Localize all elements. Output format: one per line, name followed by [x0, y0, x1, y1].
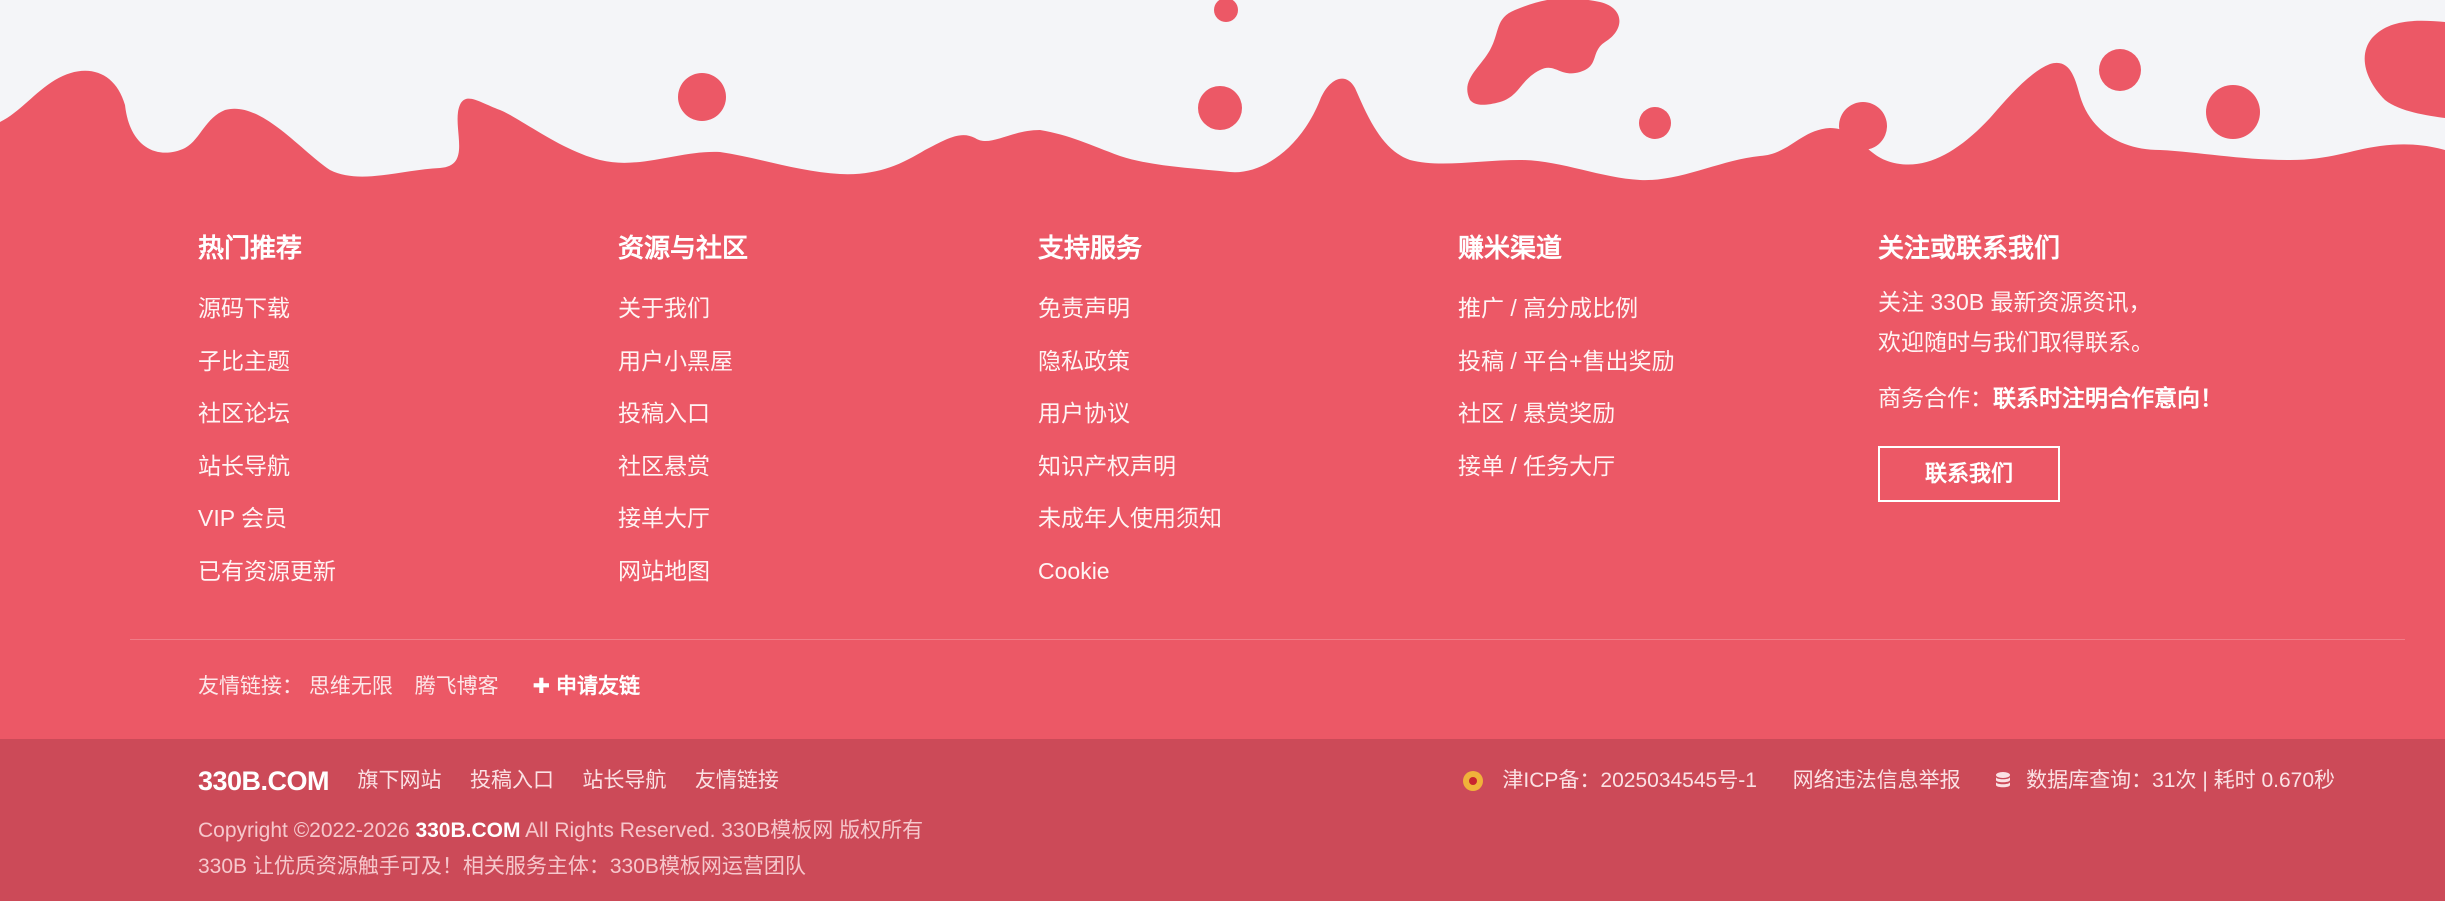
- link-list: 源码下载 子比主题 社区论坛 站长导航 VIP 会员 已有资源更新: [198, 282, 336, 597]
- footer-link-text[interactable]: 免责声明: [1038, 295, 1130, 321]
- contact-intro-line2: 欢迎随时与我们取得联系。: [1878, 329, 2154, 355]
- footer-link-text[interactable]: 接单 / 任务大厅: [1458, 453, 1615, 479]
- footer-link[interactable]: 未成年人使用须知: [1038, 492, 1222, 545]
- plus-icon: ✚: [532, 675, 551, 698]
- footer-link-text[interactable]: 子比主题: [198, 348, 290, 374]
- footer-link[interactable]: 隐私政策: [1038, 335, 1222, 388]
- footer-link[interactable]: 接单 / 任务大厅: [1458, 440, 1675, 493]
- footer-link[interactable]: 子比主题: [198, 335, 336, 388]
- footer-link-text[interactable]: 关于我们: [618, 295, 710, 321]
- footer-link[interactable]: 社区悬赏: [618, 440, 748, 493]
- footer-link[interactable]: 用户协议: [1038, 387, 1222, 440]
- footer-link-text[interactable]: 用户协议: [1038, 400, 1130, 426]
- copyright: Copyright ©2022-2026 330B.COM All Rights…: [198, 813, 923, 885]
- column-title: 赚米渠道: [1458, 233, 1563, 263]
- footer-link[interactable]: 推广 / 高分成比例: [1458, 282, 1675, 335]
- apply-friend-link-label: 申请友链: [555, 675, 640, 698]
- apply-friend-link-button[interactable]: ✚ 申请友链: [533, 672, 640, 702]
- police-badge-icon: [1462, 771, 1483, 791]
- column-title: 支持服务: [1038, 233, 1143, 263]
- footer-link-text[interactable]: 已有资源更新: [198, 558, 336, 584]
- footer-link-text[interactable]: 投稿 / 平台+售出奖励: [1458, 348, 1675, 374]
- business-cooperation: 商务合作：联系时注明合作意向！: [1878, 378, 2223, 418]
- footer-link-text[interactable]: 推广 / 高分成比例: [1458, 295, 1638, 321]
- footer-column-earn: 赚米渠道 推广 / 高分成比例 投稿 / 平台+售出奖励 社区 / 悬赏奖励 接…: [1458, 228, 1675, 492]
- footer-column-hot: 热门推荐 源码下载 子比主题 社区论坛 站长导航 VIP 会员 已有资源更新: [198, 228, 336, 597]
- footer-link-text[interactable]: 源码下载: [198, 295, 290, 321]
- friend-links-label: 友情链接：: [198, 675, 303, 698]
- footer-link[interactable]: 接单大厅: [618, 492, 748, 545]
- copyright-line: Copyright ©2022-2026 330B.COM All Rights…: [198, 813, 923, 849]
- contact-us-button[interactable]: 联系我们: [1878, 446, 2060, 502]
- column-title: 资源与社区: [618, 233, 749, 263]
- bottom-nav-link[interactable]: 旗下网站: [358, 763, 442, 799]
- footer-link[interactable]: 知识产权声明: [1038, 440, 1222, 493]
- footer-link[interactable]: VIP 会员: [198, 492, 336, 545]
- database-stats: 数据库查询：31次 | 耗时 0.670秒: [2026, 769, 2335, 792]
- link-list: 免责声明 隐私政策 用户协议 知识产权声明 未成年人使用须知 Cookie: [1038, 282, 1222, 597]
- footer-link-text[interactable]: VIP 会员: [198, 505, 287, 531]
- footer-link-text[interactable]: 社区论坛: [198, 400, 290, 426]
- footer-link[interactable]: Cookie: [1038, 545, 1222, 598]
- footer-link-text[interactable]: 隐私政策: [1038, 348, 1130, 374]
- footer-link-text[interactable]: 用户小黑屋: [618, 348, 733, 374]
- footer-link-text[interactable]: 投稿入口: [618, 400, 710, 426]
- footer-link-text[interactable]: 网站地图: [618, 558, 710, 584]
- footer-link[interactable]: 用户小黑屋: [618, 335, 748, 388]
- footer-link[interactable]: 投稿入口: [618, 387, 748, 440]
- footer-link[interactable]: 关于我们: [618, 282, 748, 335]
- footer-link[interactable]: 站长导航: [198, 440, 336, 493]
- illegal-info-report-link[interactable]: 网络违法信息举报: [1793, 763, 1961, 799]
- footer-link-text[interactable]: 知识产权声明: [1038, 453, 1176, 479]
- copyright-brand: 330B.COM: [415, 819, 521, 842]
- business-value: 联系时注明合作意向！: [1993, 385, 2223, 411]
- site-brand[interactable]: 330B.COM: [198, 763, 330, 799]
- footer-column-contact: 关注或联系我们 关注 330B 最新资源资讯， 欢迎随时与我们取得联系。 商务合…: [1878, 228, 2223, 502]
- footer-link[interactable]: 社区 / 悬赏奖励: [1458, 387, 1675, 440]
- footer-link[interactable]: 已有资源更新: [198, 545, 336, 598]
- bottom-nav: 330B.COM 旗下网站 投稿入口 站长导航 友情链接: [198, 763, 803, 799]
- column-title: 热门推荐: [198, 233, 303, 263]
- friend-links: 友情链接： 思维无限 腾飞博客 ✚ 申请友链: [198, 672, 640, 702]
- icp-record[interactable]: 津ICP备：2025034545号-1: [1502, 763, 1756, 799]
- footer-link-text[interactable]: Cookie: [1038, 558, 1110, 584]
- bottom-nav-link[interactable]: 友情链接: [695, 763, 779, 799]
- footer-column-support: 支持服务 免责声明 隐私政策 用户协议 知识产权声明 未成年人使用须知 Cook…: [1038, 228, 1222, 597]
- bottom-nav-link[interactable]: 站长导航: [582, 763, 666, 799]
- friend-link[interactable]: 腾飞博客: [415, 672, 499, 702]
- bottom-nav-link[interactable]: 投稿入口: [470, 763, 554, 799]
- footer-link[interactable]: 社区论坛: [198, 387, 336, 440]
- footer-link-text[interactable]: 接单大厅: [618, 505, 710, 531]
- footer-link-text[interactable]: 站长导航: [198, 453, 290, 479]
- footer-columns: 热门推荐 源码下载 子比主题 社区论坛 站长导航 VIP 会员 已有资源更新 资…: [198, 228, 2298, 608]
- contact-intro-line1: 关注 330B 最新资源资讯，: [1878, 289, 2152, 315]
- decorative-wave: [0, 0, 2445, 200]
- copyright-suffix: All Rights Reserved. 330B模板网 版权所有: [520, 819, 924, 842]
- footer-link[interactable]: 网站地图: [618, 545, 748, 598]
- tagline: 330B 让优质资源触手可及！相关服务主体：330B模板网运营团队: [198, 855, 806, 878]
- footer-column-community: 资源与社区 关于我们 用户小黑屋 投稿入口 社区悬赏 接单大厅 网站地图: [618, 228, 748, 597]
- footer-link-text[interactable]: 未成年人使用须知: [1038, 505, 1222, 531]
- link-list: 关于我们 用户小黑屋 投稿入口 社区悬赏 接单大厅 网站地图: [618, 282, 748, 597]
- link-list: 推广 / 高分成比例 投稿 / 平台+售出奖励 社区 / 悬赏奖励 接单 / 任…: [1458, 282, 1675, 492]
- footer-link[interactable]: 免责声明: [1038, 282, 1222, 335]
- database-icon: [1996, 772, 2011, 788]
- friend-link[interactable]: 思维无限: [309, 672, 393, 702]
- footer-link[interactable]: 源码下载: [198, 282, 336, 335]
- footer-bottom-bar: 330B.COM 旗下网站 投稿入口 站长导航 友情链接 津ICP备：20250…: [0, 739, 2445, 901]
- column-title: 关注或联系我们: [1878, 233, 2061, 263]
- footer-divider: [130, 639, 2405, 640]
- copyright-prefix: Copyright ©2022-2026: [198, 819, 416, 842]
- footer-link-text[interactable]: 社区 / 悬赏奖励: [1458, 400, 1615, 426]
- business-label: 商务合作：: [1878, 385, 1993, 411]
- footer-link[interactable]: 投稿 / 平台+售出奖励: [1458, 335, 1675, 388]
- site-info: 津ICP备：2025034545号-1 网络违法信息举报 数据库查询：31次 |…: [1462, 763, 2335, 799]
- footer-link-text[interactable]: 社区悬赏: [618, 453, 710, 479]
